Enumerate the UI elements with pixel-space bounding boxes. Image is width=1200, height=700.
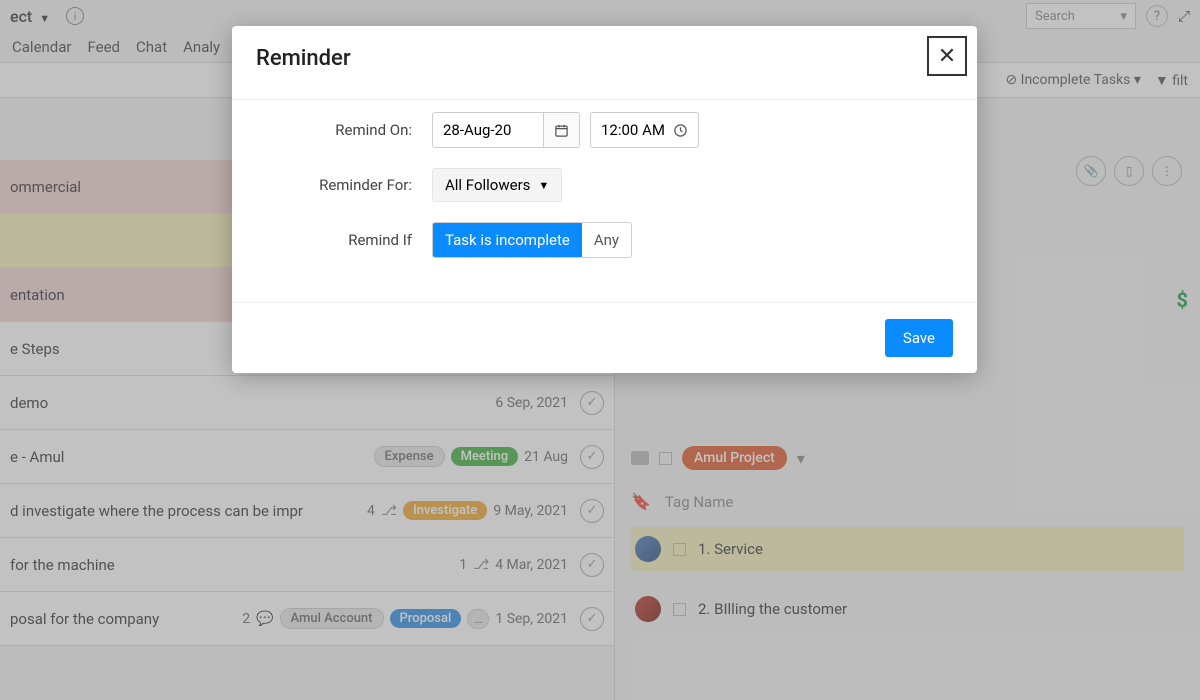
reminder-for-dropdown[interactable]: All Followers▼ — [432, 168, 562, 202]
reminder-modal: Reminder ✕ Remind On: 12:00 AM Reminder … — [232, 26, 977, 373]
close-button[interactable]: ✕ — [927, 36, 967, 76]
remind-on-label: Remind On: — [256, 121, 432, 139]
remind-if-toggle[interactable]: Task is incomplete Any — [432, 222, 632, 258]
toggle-any[interactable]: Any — [582, 223, 631, 257]
reminder-for-label: Reminder For: — [256, 176, 432, 194]
date-field[interactable] — [433, 113, 543, 147]
toggle-incomplete[interactable]: Task is incomplete — [433, 223, 582, 257]
save-button[interactable]: Save — [885, 319, 953, 357]
modal-title: Reminder — [256, 46, 351, 71]
chevron-down-icon: ▼ — [538, 179, 549, 192]
calendar-icon[interactable] — [543, 113, 579, 147]
remind-time-input[interactable]: 12:00 AM — [590, 112, 699, 148]
remind-date-input[interactable] — [432, 112, 580, 148]
remind-if-label: Remind If — [256, 231, 432, 249]
clock-icon — [673, 123, 688, 138]
